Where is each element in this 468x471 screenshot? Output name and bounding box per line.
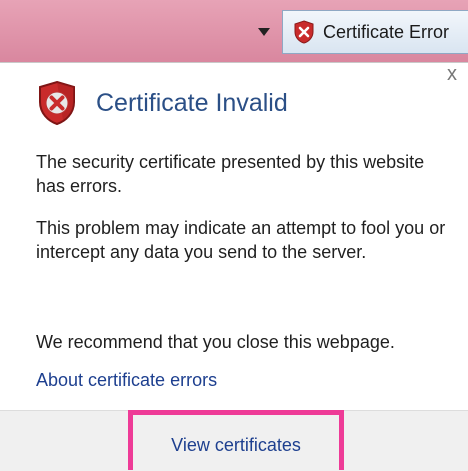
view-certificates-label: View certificates [171, 435, 301, 455]
recommendation-text: We recommend that you close this webpage… [36, 332, 395, 352]
popup-title-row: Certificate Invalid [36, 80, 288, 126]
popup-title: Certificate Invalid [96, 88, 288, 117]
certificate-error-button[interactable]: Certificate Error [282, 10, 468, 54]
certificate-error-label: Certificate Error [323, 21, 450, 42]
about-certificate-errors-link[interactable]: About certificate errors [36, 370, 217, 391]
close-button[interactable]: x [440, 62, 464, 86]
error-description: The security certificate presented by th… [36, 152, 425, 196]
shield-error-icon [39, 80, 75, 126]
close-icon: x [447, 63, 457, 85]
risk-warning: This problem may indicate an attempt to … [36, 218, 446, 262]
view-certificates-button[interactable]: View certificates [128, 410, 344, 470]
address-bar: Certificate Error [0, 0, 468, 63]
address-dropdown-button[interactable] [250, 18, 278, 46]
triangle-down-icon [258, 28, 270, 36]
shield-error-icon [294, 20, 314, 44]
